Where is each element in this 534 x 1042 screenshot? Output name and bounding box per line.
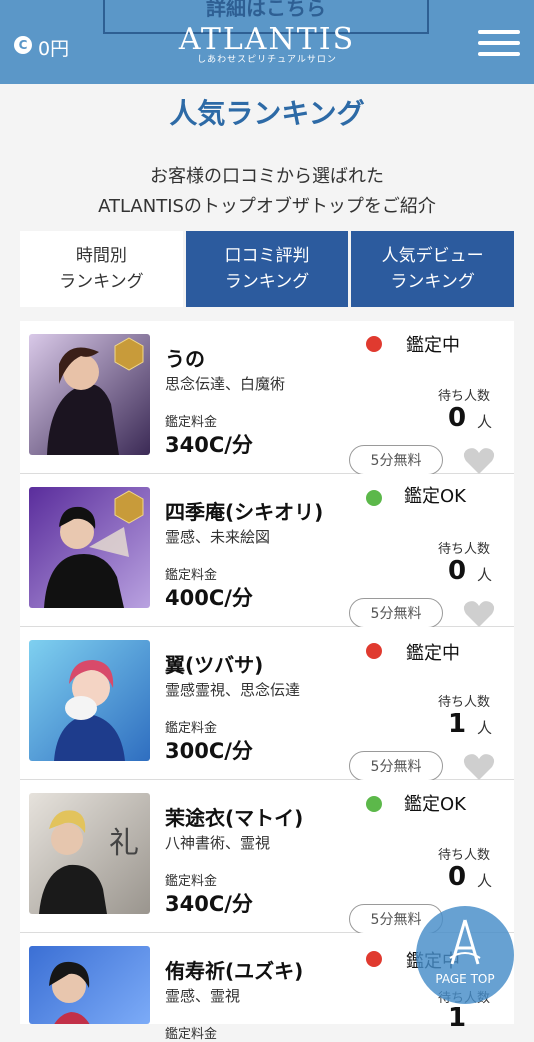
- five-min-free-button[interactable]: 5分無料: [349, 751, 443, 781]
- status-ok-icon: [366, 490, 382, 506]
- fortune-teller-photo[interactable]: [29, 640, 150, 761]
- fee-value: 340C/分: [165, 892, 253, 916]
- status-busy-icon: [366, 643, 382, 659]
- app-header: 詳細はこちら C 0円 ATLANTIS しあわせスピリチュアルサロン: [0, 0, 534, 84]
- page-top-label: PAGE TOP: [435, 972, 495, 986]
- fortune-teller-photo[interactable]: [29, 334, 150, 455]
- fee-label: 鑑定料金: [165, 415, 218, 430]
- favorite-heart-icon[interactable]: [463, 446, 495, 476]
- tab-time-ranking[interactable]: 時間別 ランキング: [20, 231, 183, 307]
- hamburger-menu-icon[interactable]: [478, 30, 520, 56]
- status-text: 鑑定OK: [404, 794, 466, 815]
- tab-review-ranking[interactable]: 口コミ評判 ランキング: [185, 231, 349, 307]
- fortune-teller-photo[interactable]: [29, 946, 150, 1024]
- waiting-count: 0: [448, 862, 467, 892]
- status-busy-icon: [366, 951, 382, 967]
- ranking-tabs: 時間別 ランキング 口コミ評判 ランキング 人気デビュー ランキング: [20, 231, 515, 307]
- fee-value: 400C/分: [165, 586, 253, 610]
- fee-label: 鑑定料金: [165, 568, 218, 583]
- fee-value: 300C/分: [165, 739, 253, 763]
- site-logo-subtitle: しあわせスピリチュアルサロン: [197, 55, 337, 65]
- fortune-teller-card[interactable]: 礼 茉途衣(マトイ) 八神書術、霊視 鑑定料金 340C/分 鑑定OK 待ち人数…: [20, 780, 514, 934]
- fortune-teller-name[interactable]: 翼(ツバサ): [165, 649, 263, 678]
- five-min-free-button[interactable]: 5分無料: [349, 445, 443, 475]
- page-top-logo-icon: [449, 919, 481, 965]
- favorite-heart-icon[interactable]: [463, 752, 495, 782]
- waiting-label: 待ち人数: [438, 542, 491, 557]
- status-text: 鑑定中: [406, 335, 460, 356]
- waiting-unit: 人: [477, 413, 493, 431]
- fortune-teller-photo[interactable]: [29, 487, 150, 608]
- page-top-button[interactable]: PAGE TOP: [416, 906, 514, 1004]
- waiting-unit: 人: [477, 566, 493, 584]
- details-banner-label: 詳細はこちら: [206, 0, 326, 20]
- fee-label: 鑑定料金: [165, 874, 218, 889]
- fortune-teller-specialties: 思念伝達、白魔術: [165, 375, 286, 393]
- favorite-heart-icon[interactable]: [463, 599, 495, 629]
- fortune-teller-specialties: 霊感、霊視: [165, 987, 241, 1005]
- fortune-teller-card[interactable]: 翼(ツバサ) 霊感霊視、思念伝達 鑑定料金 300C/分 鑑定中 待ち人数 1 …: [20, 627, 514, 782]
- fee-label: 鑑定料金: [165, 1027, 218, 1042]
- waiting-label: 待ち人数: [438, 695, 491, 710]
- waiting-count: 1: [448, 709, 467, 739]
- fortune-teller-card[interactable]: うの 思念伝達、白魔術 鑑定料金 340C/分 鑑定中 待ち人数 0 人 5分無…: [20, 321, 514, 476]
- waiting-label: 待ち人数: [438, 848, 491, 863]
- svg-text:礼: 礼: [109, 826, 139, 861]
- fortune-teller-name[interactable]: うの: [165, 343, 205, 372]
- status-ok-icon: [366, 796, 382, 812]
- intro-line-1: お客様の口コミから選ばれた: [150, 166, 384, 187]
- fortune-teller-card[interactable]: 四季庵(シキオリ) 霊感、未来絵図 鑑定料金 400C/分 鑑定OK 待ち人数 …: [20, 474, 514, 629]
- fortune-teller-photo[interactable]: 礼: [29, 793, 150, 914]
- fortune-teller-specialties: 八神書術、霊視: [165, 834, 271, 852]
- waiting-count: 1: [448, 1003, 467, 1033]
- fortune-teller-name[interactable]: 四季庵(シキオリ): [165, 496, 323, 525]
- fortune-teller-specialties: 霊感、未来絵図: [165, 528, 271, 546]
- fee-value: 340C/分: [165, 433, 253, 457]
- fortune-teller-specialties: 霊感霊視、思念伝達: [165, 681, 301, 699]
- status-text: 鑑定OK: [404, 486, 466, 507]
- waiting-unit: 人: [477, 719, 493, 737]
- fee-label: 鑑定料金: [165, 721, 218, 736]
- status-busy-icon: [366, 336, 382, 352]
- fortune-teller-name[interactable]: 茉途衣(マトイ): [165, 802, 303, 831]
- waiting-label: 待ち人数: [438, 389, 491, 404]
- status-text: 鑑定中: [406, 643, 460, 664]
- intro-line-2: ATLANTISのトップオブザトップをご紹介: [98, 196, 436, 217]
- waiting-unit: 人: [477, 872, 493, 890]
- page-title: 人気ランキング: [169, 97, 365, 130]
- fortune-teller-name[interactable]: 侑寿祈(ユズキ): [165, 955, 303, 984]
- waiting-count: 0: [448, 556, 467, 586]
- five-min-free-button[interactable]: 5分無料: [349, 598, 443, 628]
- tab-debut-ranking[interactable]: 人気デビュー ランキング: [351, 231, 515, 307]
- waiting-count: 0: [448, 403, 467, 433]
